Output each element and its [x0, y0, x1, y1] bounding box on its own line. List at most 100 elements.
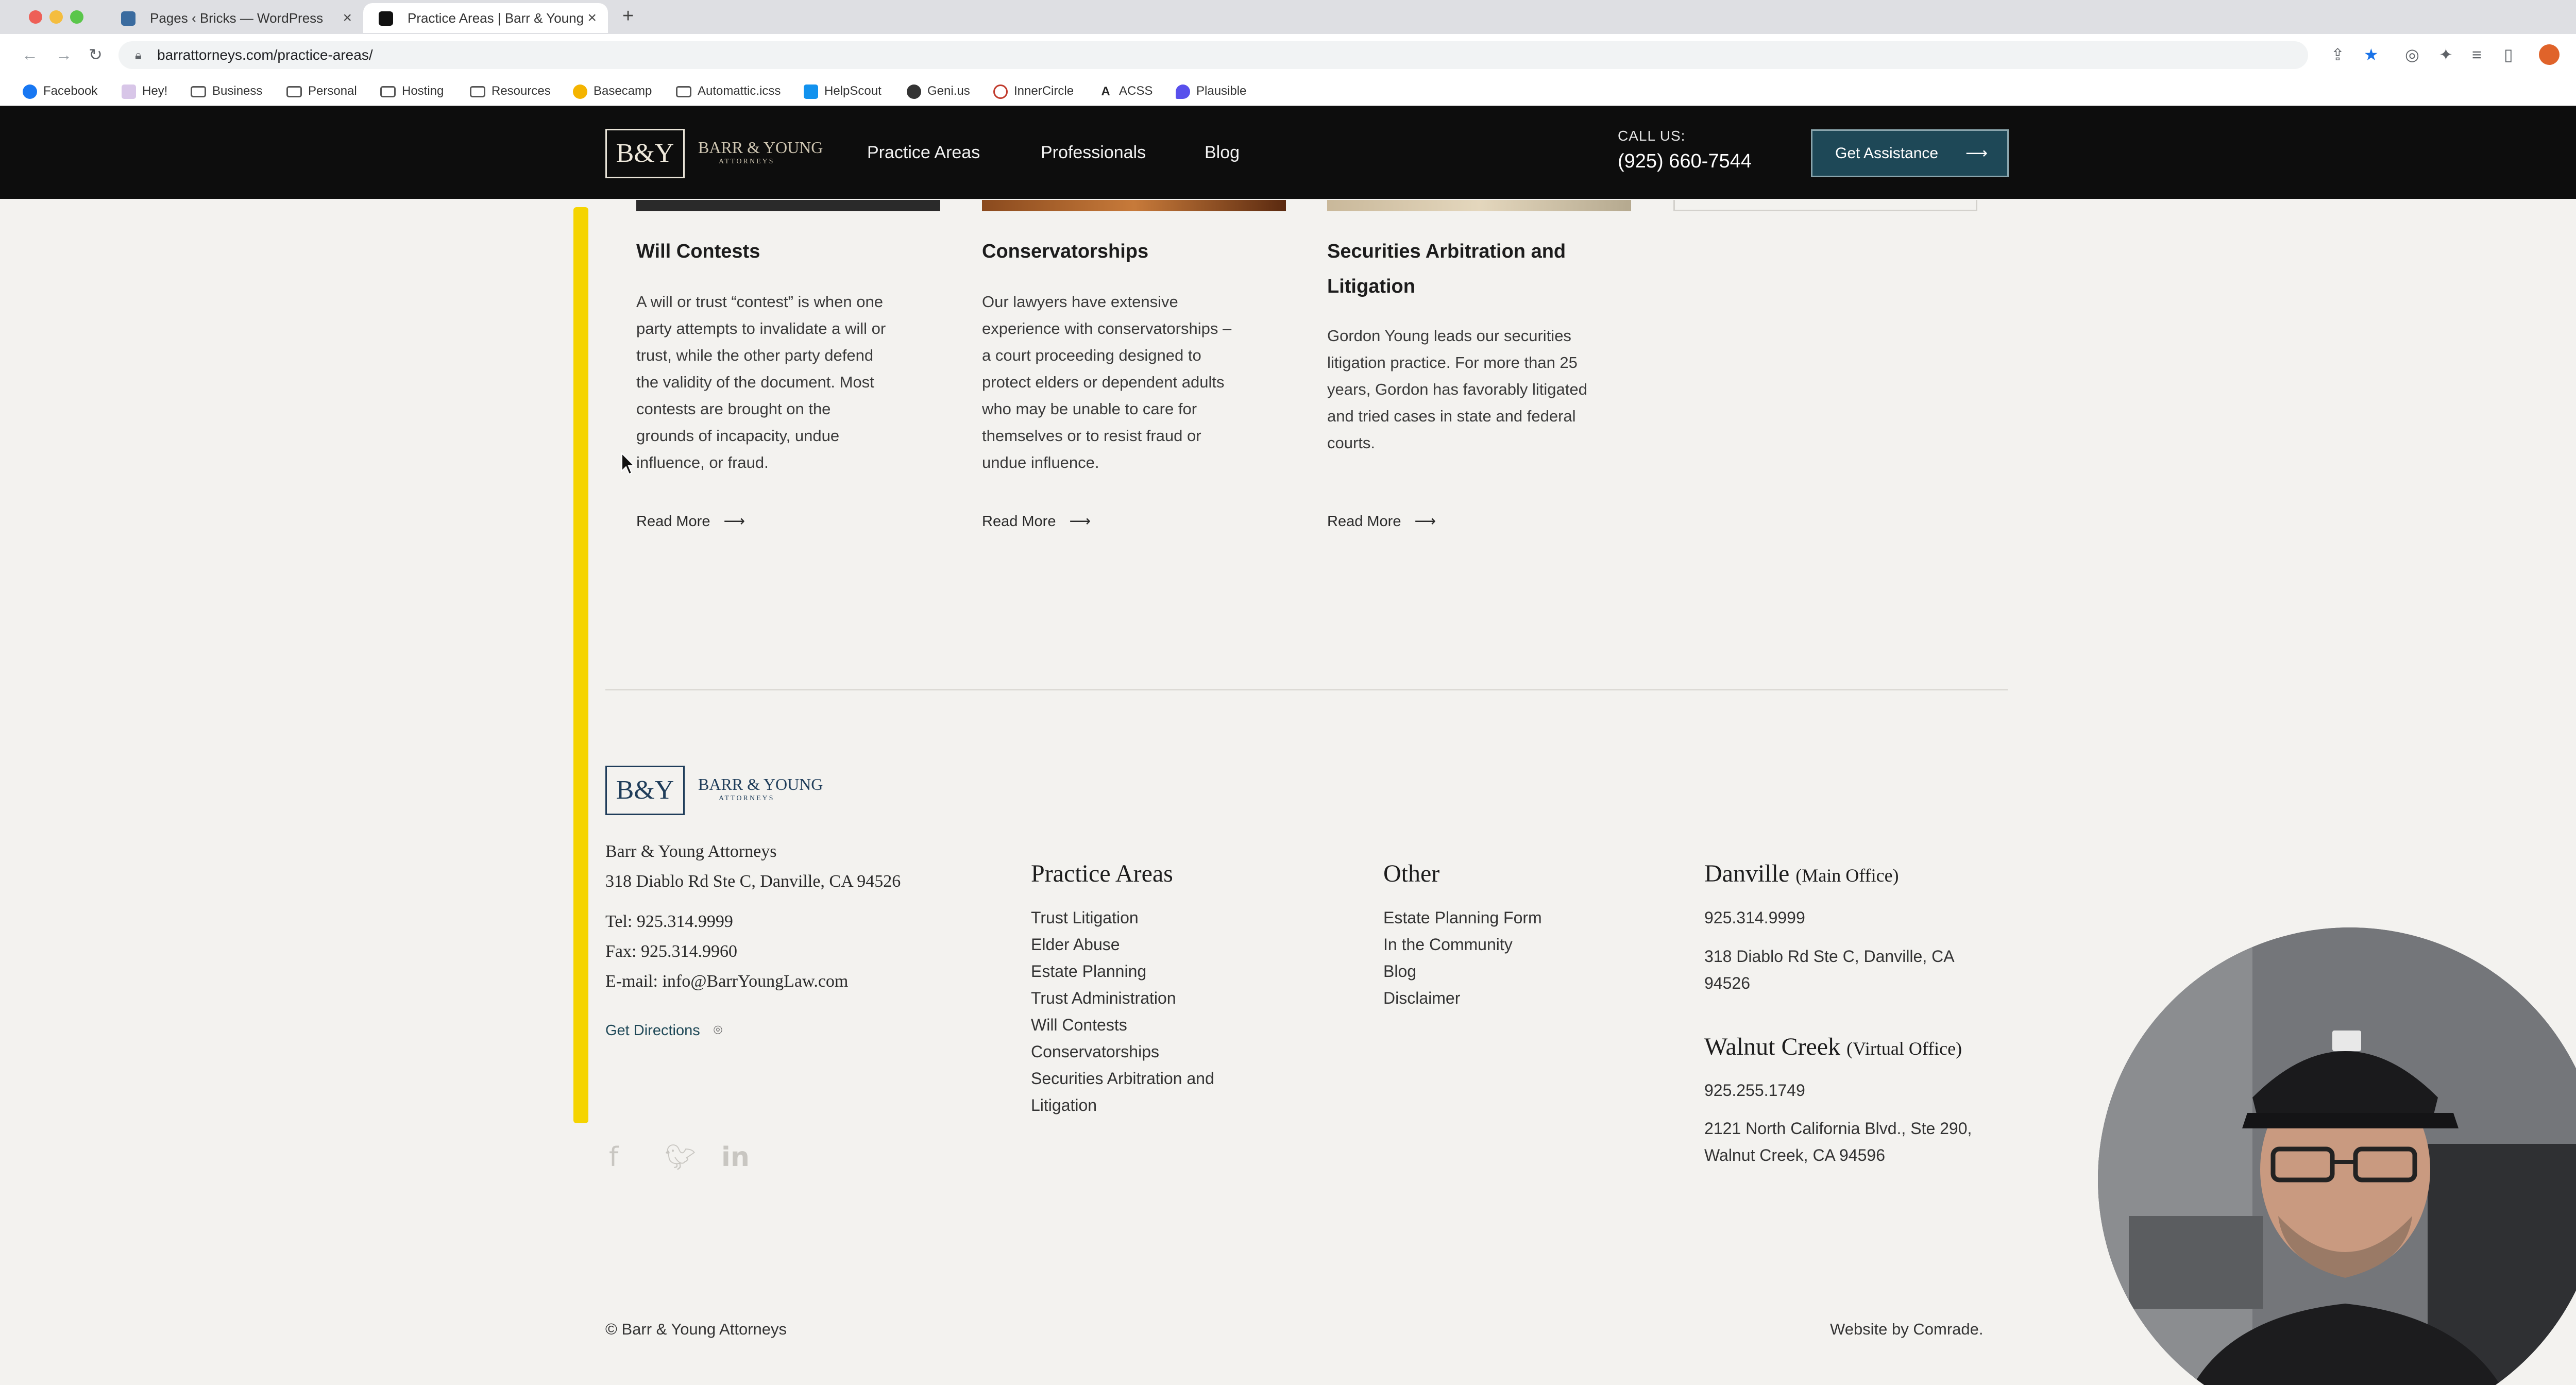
- read-more-conservatorships[interactable]: Read More ⟶: [982, 511, 1091, 532]
- twitter-icon[interactable]: 🐦︎: [665, 1142, 696, 1173]
- plausible-icon: [1176, 84, 1190, 99]
- get-assistance-button[interactable]: Get Assistance ⟶: [1811, 129, 2009, 177]
- footer-link-will-contests[interactable]: Will Contests: [1031, 1011, 1214, 1038]
- get-directions-link[interactable]: Get Directions ⌾: [605, 1022, 722, 1039]
- footer-link-securities[interactable]: Securities Arbitration and: [1031, 1065, 1214, 1092]
- card-body-line: A will or trust “contest” is when one: [636, 293, 883, 311]
- bookmark-star-icon[interactable]: ★: [2364, 45, 2379, 64]
- bookmark-personal[interactable]: Personal: [286, 82, 357, 100]
- bookmark-acss[interactable]: A ACSS: [1098, 82, 1153, 100]
- forward-arrow-icon[interactable]: →: [56, 44, 72, 65]
- bookmark-business[interactable]: Business: [191, 82, 262, 100]
- acss-icon: A: [1101, 84, 1110, 98]
- zoom-window-button[interactable]: [70, 10, 83, 24]
- share-icon[interactable]: ⇪: [2331, 45, 2345, 64]
- header-phone[interactable]: (925) 660-7544: [1618, 150, 1752, 173]
- close-tab-icon[interactable]: ×: [343, 3, 352, 33]
- card-body-line: trust, while the other party defend: [636, 346, 874, 364]
- address-bar[interactable]: [118, 41, 2308, 69]
- footer-logo-mark[interactable]: B&Y: [605, 766, 685, 815]
- footer-logo-name[interactable]: BARR & YOUNG: [698, 775, 823, 794]
- footer-link-community[interactable]: In the Community: [1383, 931, 1542, 958]
- danville-phone[interactable]: 925.314.9999: [1704, 904, 1805, 931]
- header-logo-name[interactable]: BARR & YOUNG: [698, 138, 823, 157]
- nav-practice-areas[interactable]: Practice Areas: [867, 142, 980, 163]
- card-body-will-contests: A will or trust “contest” is when one pa…: [636, 289, 956, 476]
- footer-other-title: Other: [1383, 860, 1440, 887]
- linkedin-icon[interactable]: in: [721, 1142, 750, 1173]
- bookmark-facebook[interactable]: Facebook: [23, 82, 97, 100]
- footer-tel[interactable]: Tel: 925.314.9999: [605, 907, 733, 937]
- card-image-will-contests[interactable]: [636, 200, 940, 211]
- footer-email[interactable]: E-mail: info@BarrYoungLaw.com: [605, 967, 848, 996]
- facebook-icon[interactable]: f: [609, 1142, 618, 1173]
- browser-tab-wordpress[interactable]: Pages ‹ Bricks — WordPress ×: [106, 3, 363, 33]
- card-body-line: themselves or to resist fraud or: [982, 427, 1201, 445]
- close-window-button[interactable]: [29, 10, 42, 24]
- innercircle-icon: [993, 84, 1008, 99]
- folder-icon: [286, 86, 302, 97]
- helpscout-icon: [804, 84, 818, 99]
- close-tab-icon[interactable]: ×: [587, 3, 597, 33]
- section-divider: [605, 689, 2008, 690]
- webcam-overlay: [2098, 927, 2576, 1385]
- footer-link-disclaimer[interactable]: Disclaimer: [1383, 985, 1542, 1011]
- card-image-conservatorships[interactable]: [982, 200, 1286, 211]
- extension-icon[interactable]: ◎: [2405, 45, 2419, 64]
- footer-link-estate-planning-form[interactable]: Estate Planning Form: [1383, 904, 1542, 931]
- card-body-line: influence, or fraud.: [636, 453, 769, 471]
- read-more-will-contests[interactable]: Read More ⟶: [636, 511, 745, 532]
- bookmark-geni[interactable]: Geni.us: [907, 82, 970, 100]
- header-logo-mark[interactable]: B&Y: [605, 129, 685, 178]
- footer-link-elder-abuse[interactable]: Elder Abuse: [1031, 931, 1214, 958]
- back-arrow-icon[interactable]: ←: [22, 44, 38, 65]
- bookmark-plausible[interactable]: Plausible: [1176, 82, 1246, 100]
- footer-credit[interactable]: Website by Comrade.: [1830, 1320, 1984, 1339]
- bookmark-helpscout[interactable]: HelpScout: [804, 82, 882, 100]
- footer-logo-sub: ATTORNEYS: [719, 795, 775, 802]
- bookmark-label: Hey!: [142, 84, 168, 98]
- footer-link-estate-planning[interactable]: Estate Planning: [1031, 958, 1214, 985]
- side-panel-icon[interactable]: ▯: [2504, 45, 2513, 64]
- nav-blog[interactable]: Blog: [1205, 142, 1240, 163]
- card-title-will-contests[interactable]: Will Contests: [636, 234, 760, 269]
- bookmark-hosting[interactable]: Hosting: [380, 82, 444, 100]
- reading-list-icon[interactable]: ≡: [2472, 45, 2482, 64]
- read-more-label: Read More: [1327, 513, 1401, 530]
- bookmark-resources[interactable]: Resources: [470, 82, 551, 100]
- card-title-conservatorships[interactable]: Conservatorships: [982, 234, 1148, 269]
- card-body-line: courts.: [1327, 434, 1376, 452]
- footer-address: 318 Diablo Rd Ste C, Danville, CA 94526: [605, 872, 901, 891]
- site-header: [0, 106, 2576, 199]
- read-more-securities[interactable]: Read More ⟶: [1327, 511, 1436, 532]
- bookmark-automattic[interactable]: Automattic.icss: [676, 82, 781, 100]
- lock-icon[interactable]: 🔒︎: [135, 48, 142, 63]
- card-image-securities[interactable]: [1327, 200, 1631, 211]
- arrow-right-icon: ⟶: [1414, 513, 1436, 530]
- nav-professionals[interactable]: Professionals: [1041, 142, 1146, 163]
- footer-link-securities-cont[interactable]: Litigation: [1031, 1092, 1214, 1119]
- profile-avatar[interactable]: [2539, 44, 2560, 65]
- footer-other-list: Estate Planning Form In the Community Bl…: [1383, 904, 1542, 1011]
- walnut-creek-office-title: Walnut Creek (Virtual Office): [1704, 1033, 1962, 1061]
- office-type: (Virtual Office): [1846, 1038, 1962, 1059]
- puzzle-extensions-icon[interactable]: ✦: [2439, 45, 2453, 64]
- card-title-securities[interactable]: Securities Arbitration and Litigation: [1327, 234, 1566, 304]
- arrow-right-icon: ⟶: [723, 513, 745, 530]
- bookmark-label: Personal: [308, 84, 357, 98]
- geni-icon: [907, 84, 921, 99]
- footer-link-trust-litigation[interactable]: Trust Litigation: [1031, 904, 1214, 931]
- footer-link-conservatorships[interactable]: Conservatorships: [1031, 1038, 1214, 1065]
- browser-tab-practice-areas[interactable]: Practice Areas | Barr & Young ×: [363, 3, 608, 33]
- minimize-window-button[interactable]: [49, 10, 63, 24]
- new-tab-button[interactable]: +: [622, 5, 634, 27]
- bookmark-innercircle[interactable]: InnerCircle: [993, 82, 1074, 100]
- bookmark-hey[interactable]: Hey!: [122, 82, 167, 100]
- folder-icon: [380, 86, 396, 97]
- url-text[interactable]: barrattorneys.com/practice-areas/: [157, 47, 373, 63]
- walnut-creek-phone[interactable]: 925.255.1749: [1704, 1077, 1805, 1104]
- bookmark-basecamp[interactable]: Basecamp: [573, 82, 652, 100]
- footer-link-trust-administration[interactable]: Trust Administration: [1031, 985, 1214, 1011]
- footer-link-blog[interactable]: Blog: [1383, 958, 1542, 985]
- reload-icon[interactable]: ↻: [89, 44, 103, 65]
